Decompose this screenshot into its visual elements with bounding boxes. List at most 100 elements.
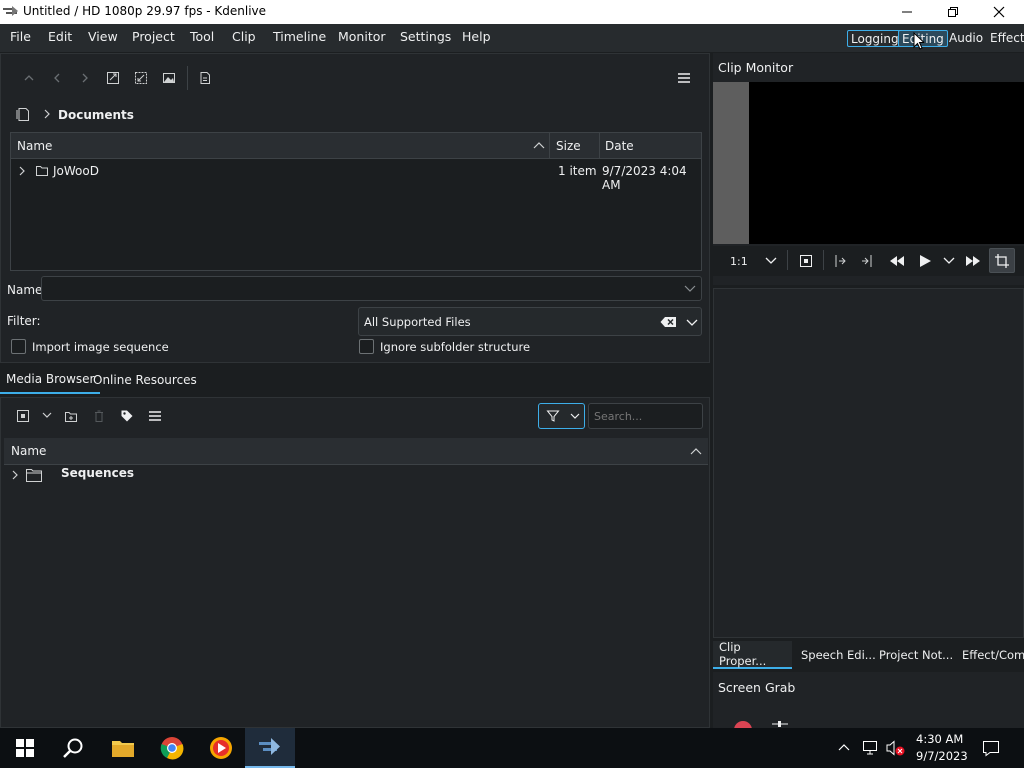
clear-filter-icon[interactable] [660,316,677,328]
back-button[interactable] [46,67,68,89]
search-icon [63,738,83,758]
chevron-down-icon[interactable] [686,319,698,327]
minimize-button[interactable] [884,0,930,24]
file-explorer-button[interactable] [98,728,148,768]
trash-icon [95,410,103,422]
chrome-button[interactable] [147,728,197,768]
zoom-in-icon [107,72,119,84]
crop-button[interactable] [989,248,1015,273]
tray-overflow-icon[interactable] [838,743,850,751]
add-clip-button[interactable] [12,405,34,427]
close-button[interactable] [976,0,1022,24]
play-icon[interactable] [918,254,932,268]
column-date[interactable]: Date [605,139,634,153]
go-up-button[interactable] [18,67,40,89]
add-clip-menu-button[interactable] [36,405,58,427]
workspace-effects[interactable]: Effects [987,30,1024,47]
zoom-level[interactable]: 1:1 [730,255,748,268]
menu-help[interactable]: Help [462,29,491,44]
delete-button[interactable] [88,405,110,427]
safe-zone-icon[interactable] [799,254,813,268]
tab-effect-composition-label: Effect/Compo [962,648,1024,662]
start-button[interactable] [0,728,50,768]
create-folder-button[interactable] [60,405,82,427]
volume-muted-icon[interactable] [886,740,906,756]
file-preview-button[interactable] [194,67,216,89]
image-icon [163,73,175,83]
tag-button[interactable] [116,405,138,427]
ignore-subfolder-label: Ignore subfolder structure [380,340,531,354]
menu-view[interactable]: View [88,29,118,44]
forward-button[interactable] [74,67,96,89]
fast-forward-icon[interactable] [965,254,981,268]
workspace-audio[interactable]: Audio [946,30,986,47]
expand-arrow-icon[interactable] [18,165,26,177]
clip-monitor-title: Clip Monitor [718,60,794,75]
menu-edit[interactable]: Edit [48,29,72,44]
tab-online-resources[interactable]: Online Resources [87,366,203,394]
folder-icon [35,163,49,177]
menu-monitor[interactable]: Monitor [338,29,386,44]
media-app-button[interactable] [196,728,246,768]
tab-project-notes[interactable]: Project Not... [873,641,959,669]
tab-effect-composition[interactable]: Effect/Compo [956,641,1024,669]
icon-view-button[interactable] [130,67,152,89]
menu-clip[interactable]: Clip [232,29,256,44]
taskbar-time[interactable]: 4:30 AM [916,732,963,746]
table-row[interactable]: JoWooD 1 item 9/7/2023 4:04 AM [11,160,701,192]
bin-column-name[interactable]: Name [11,444,46,458]
taskbar-date[interactable]: 9/7/2023 [916,749,968,763]
filter-button[interactable] [538,403,585,429]
workspace-logging[interactable]: Logging [847,30,903,47]
chevron-down-icon[interactable] [943,257,955,265]
minimize-icon [902,11,912,13]
menu-timeline[interactable]: Timeline [273,29,326,44]
preview-button[interactable] [158,67,180,89]
menu-project[interactable]: Project [132,29,175,44]
search-input[interactable] [588,403,703,429]
kdenlive-taskbar-button[interactable] [245,728,295,768]
hamburger-menu-button[interactable] [673,67,695,89]
search-button[interactable] [48,728,98,768]
chevron-down-icon[interactable] [765,257,777,265]
tab-project-notes-label: Project Not... [879,648,954,662]
menu-settings[interactable]: Settings [400,29,451,44]
column-name[interactable]: Name [17,139,52,153]
row-size: 1 item [558,164,597,178]
window-title: Untitled / HD 1080p 29.97 fps - Kdenlive [23,4,267,18]
chevron-left-icon [54,73,60,83]
settings-sliders-icon[interactable] [771,720,789,728]
tab-speech-editor[interactable]: Speech Edi... [795,641,882,669]
tab-media-browser[interactable]: Media Browser [0,366,101,394]
record-button[interactable] [734,721,752,728]
ignore-subfolder-checkbox[interactable] [359,339,374,354]
column-size[interactable]: Size [556,139,581,153]
restore-icon [948,7,958,17]
breadcrumb-documents[interactable]: Documents [58,108,134,122]
notifications-icon[interactable] [982,740,1000,757]
bin-menu-button[interactable] [144,405,166,427]
menu-file[interactable]: File [10,29,31,44]
file-list: Name Size Date JoWooD 1 item 9/7/2023 4:… [10,132,702,271]
places-toggle-button[interactable] [15,106,31,122]
tab-clip-properties[interactable]: Clip Proper... [713,641,792,669]
document-icon [200,72,210,84]
list-item[interactable]: Sequences [4,465,708,485]
monitor-video-display[interactable] [749,82,1024,244]
filter-combobox[interactable]: All Supported Files [358,307,702,336]
rewind-icon[interactable] [889,254,905,268]
mouse-cursor-icon [913,32,925,51]
name-combobox[interactable] [41,276,702,301]
menu-tool[interactable]: Tool [190,29,214,44]
network-icon[interactable] [862,740,880,756]
media-app-icon [210,737,232,759]
set-out-point-icon[interactable] [860,254,874,268]
properties-panel [713,288,1024,638]
restore-button[interactable] [930,0,976,24]
tab-media-browser-label: Media Browser [6,372,95,386]
detail-view-button[interactable] [102,67,124,89]
import-image-sequence-checkbox[interactable] [11,339,26,354]
hamburger-icon [678,73,690,83]
set-in-point-icon[interactable] [833,254,847,268]
expand-arrow-icon[interactable] [11,469,19,481]
